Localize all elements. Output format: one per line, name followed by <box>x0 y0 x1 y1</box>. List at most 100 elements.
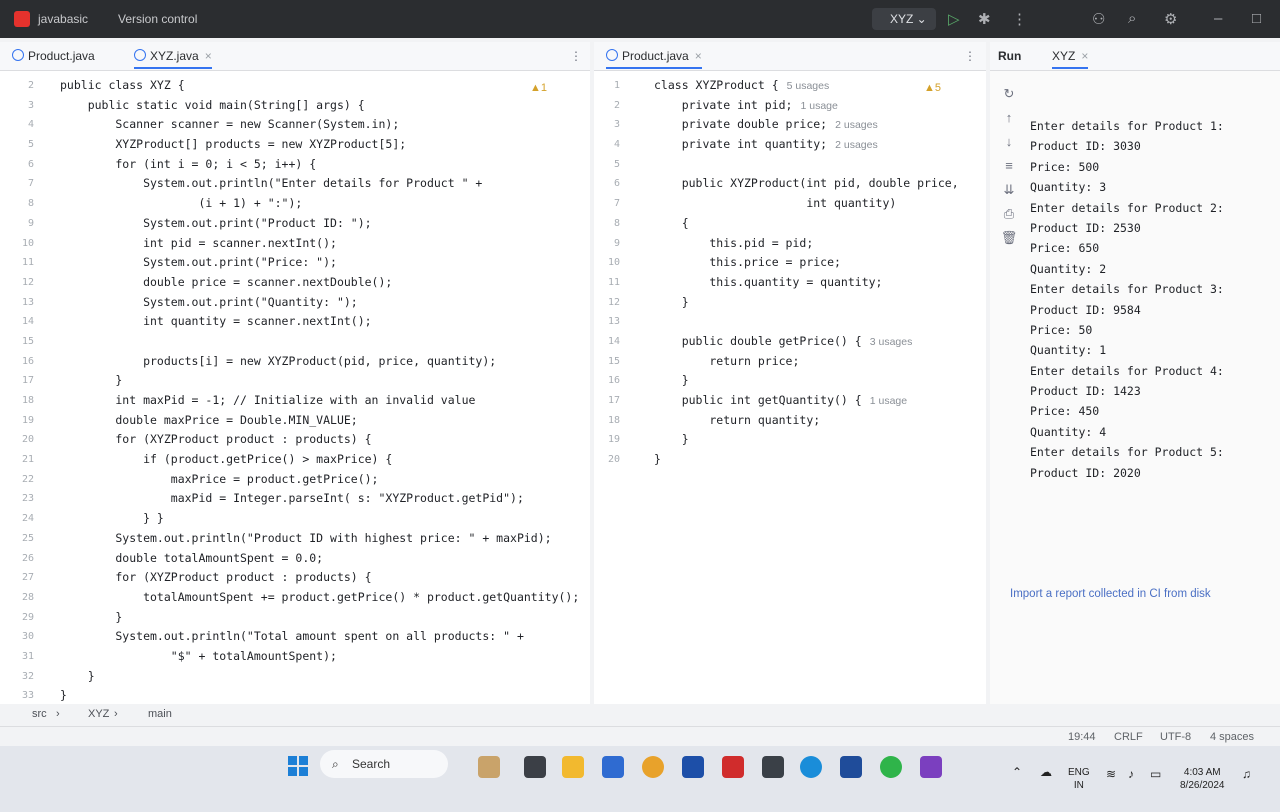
editor-xyz-java[interactable]: Product.java XYZ.java × ⋮ ▲1 2 3 4 5 6 7 8 9 10 11… <box>0 42 590 704</box>
widget-icon[interactable] <box>478 756 500 778</box>
import-report-link[interactable]: Import a report collected in CI from dis… <box>1010 588 1211 600</box>
taskbar-search[interactable]: ⌕ Search <box>320 750 448 778</box>
search-icon[interactable]: ⌕ <box>1128 10 1136 27</box>
code-line[interactable]: int maxPid = -1; // Initialize with an i… <box>60 391 579 411</box>
close-tab-icon[interactable]: × <box>205 49 212 63</box>
version-control-menu[interactable]: Version control <box>118 12 197 26</box>
code-line[interactable]: Scanner scanner = new Scanner(System.in)… <box>60 115 579 135</box>
usage-hint[interactable]: 1 usage <box>870 395 907 407</box>
usage-hint[interactable]: 2 usages <box>835 119 878 131</box>
code-line[interactable]: return quantity; <box>654 411 984 431</box>
tab-product-java[interactable]: Product.java <box>12 49 95 63</box>
code-line[interactable]: this.pid = pid; <box>654 234 984 254</box>
code-line[interactable]: for (int i = 0; i < 5; i++) { <box>60 155 579 175</box>
tab-options-icon[interactable]: ⋮ <box>964 49 976 63</box>
run-icon[interactable]: ▷ <box>948 10 960 28</box>
code-line[interactable]: { <box>654 214 984 234</box>
code-line[interactable]: } <box>654 430 984 450</box>
close-tab-icon[interactable]: × <box>695 49 702 63</box>
code-line[interactable]: System.out.println("Product ID with high… <box>60 529 579 549</box>
minimize-icon[interactable]: – <box>1214 10 1222 27</box>
scroll-to-end-icon[interactable]: ⇊ <box>998 182 1020 206</box>
tab-run-xyz[interactable]: XYZ × <box>1052 49 1089 69</box>
battery-icon[interactable]: ▭ <box>1150 768 1161 781</box>
code-line[interactable]: for (XYZProduct product : products) { <box>60 568 579 588</box>
editor-product-java[interactable]: Product.java × ⋮ ▲5 1 2 3 4 5 6 7 8 9 10 11 12 13 14 15… <box>594 42 986 704</box>
settings-gear-icon[interactable]: ⚙ <box>1164 10 1177 28</box>
windows-start-icon[interactable] <box>288 756 308 776</box>
code-line[interactable] <box>654 155 984 175</box>
code-line[interactable] <box>654 312 984 332</box>
code-line[interactable]: } <box>654 371 984 391</box>
tab-options-icon[interactable]: ⋮ <box>570 49 582 63</box>
scroll-up-icon[interactable]: ↑ <box>998 110 1020 134</box>
code-line[interactable]: public double getPrice() {3 usages <box>654 332 984 352</box>
notification-bell-icon[interactable]: ♫ <box>1242 768 1251 781</box>
code-area[interactable]: class XYZProduct {5 usages private int p… <box>654 76 984 470</box>
dropbox-icon[interactable] <box>762 756 784 778</box>
code-line[interactable]: for (XYZProduct product : products) { <box>60 430 579 450</box>
mcafee-icon[interactable] <box>722 756 744 778</box>
taskview-icon[interactable] <box>524 756 546 778</box>
usage-hint[interactable]: 3 usages <box>870 336 913 348</box>
tab-product-java[interactable]: Product.java × <box>606 49 702 69</box>
code-line[interactable]: } <box>60 667 579 687</box>
indent-setting[interactable]: 4 spaces <box>1210 731 1254 743</box>
word-icon[interactable] <box>840 756 862 778</box>
code-line[interactable]: (i + 1) + ":"); <box>60 194 579 214</box>
code-line[interactable]: System.out.print("Price: "); <box>60 253 579 273</box>
file-explorer-icon[interactable] <box>562 756 584 778</box>
whatsapp-icon[interactable] <box>880 756 902 778</box>
project-name[interactable]: javabasic <box>38 12 88 26</box>
usage-hint[interactable]: 1 usage <box>800 100 837 112</box>
close-tab-icon[interactable]: × <box>1081 49 1088 63</box>
code-line[interactable]: int quantity = scanner.nextInt(); <box>60 312 579 332</box>
code-line[interactable]: maxPid = Integer.parseInt( s: "XYZProduc… <box>60 489 579 509</box>
print-icon[interactable]: ⎙ <box>998 206 1020 230</box>
code-line[interactable]: products[i] = new XYZProduct(pid, price,… <box>60 352 579 372</box>
console-output[interactable]: Enter details for Product 1: Product ID: … <box>1030 116 1224 483</box>
edge-icon[interactable] <box>800 756 822 778</box>
tray-chevron-icon[interactable]: ⌃ <box>1012 766 1022 779</box>
file-encoding[interactable]: UTF-8 <box>1160 731 1191 743</box>
code-line[interactable]: public int getQuantity() {1 usage <box>654 391 984 411</box>
breadcrumb-src[interactable]: src <box>32 708 47 720</box>
code-line[interactable]: if (product.getPrice() > maxPrice) { <box>60 450 579 470</box>
code-line[interactable]: this.quantity = quantity; <box>654 273 984 293</box>
trash-icon[interactable]: 🗑 <box>998 230 1020 254</box>
intellij-icon[interactable] <box>920 756 942 778</box>
code-line[interactable]: this.price = price; <box>654 253 984 273</box>
language-indicator[interactable]: ENG IN <box>1068 766 1090 792</box>
wifi-icon[interactable]: ≋ <box>1106 768 1116 781</box>
code-line[interactable]: } <box>60 608 579 628</box>
code-line[interactable]: System.out.print("Quantity: "); <box>60 293 579 313</box>
code-line[interactable]: private int quantity; 2 usages <box>654 135 984 155</box>
code-line[interactable]: private int pid; 1 usage <box>654 96 984 116</box>
code-line[interactable]: } <box>654 293 984 313</box>
code-line[interactable]: return price; <box>654 352 984 372</box>
volume-icon[interactable]: ♪ <box>1128 768 1134 781</box>
soft-wrap-icon[interactable]: ≡ <box>998 158 1020 182</box>
code-line[interactable] <box>60 332 579 352</box>
run-config-selector[interactable]: XYZ ⌄ <box>872 8 936 30</box>
code-line[interactable]: } } <box>60 509 579 529</box>
code-line[interactable]: System.out.print("Product ID: "); <box>60 214 579 234</box>
code-line[interactable]: } <box>60 371 579 391</box>
code-line[interactable]: class XYZProduct {5 usages <box>654 76 984 96</box>
add-user-icon[interactable]: ⚇ <box>1092 10 1105 28</box>
tab-xyz-java[interactable]: XYZ.java × <box>134 49 212 69</box>
store-icon[interactable] <box>602 756 624 778</box>
restore-icon[interactable]: □ <box>1252 10 1261 27</box>
code-line[interactable]: double price = scanner.nextDouble(); <box>60 273 579 293</box>
code-line[interactable]: System.out.println("Enter details for Pr… <box>60 174 579 194</box>
code-line[interactable]: } <box>654 450 984 470</box>
code-line[interactable]: public XYZProduct(int pid, double price, <box>654 174 984 194</box>
code-line[interactable]: totalAmountSpent += product.getPrice() *… <box>60 588 579 608</box>
code-line[interactable]: int pid = scanner.nextInt(); <box>60 234 579 254</box>
onedrive-icon[interactable]: ☁ <box>1040 766 1052 779</box>
code-line[interactable]: System.out.println("Total amount spent o… <box>60 627 579 647</box>
code-area[interactable]: public class XYZ { public static void ma… <box>60 76 579 706</box>
line-separator[interactable]: CRLF <box>1114 731 1143 743</box>
code-line[interactable]: double maxPrice = Double.MIN_VALUE; <box>60 411 579 431</box>
breadcrumb-method[interactable]: main <box>148 708 172 720</box>
